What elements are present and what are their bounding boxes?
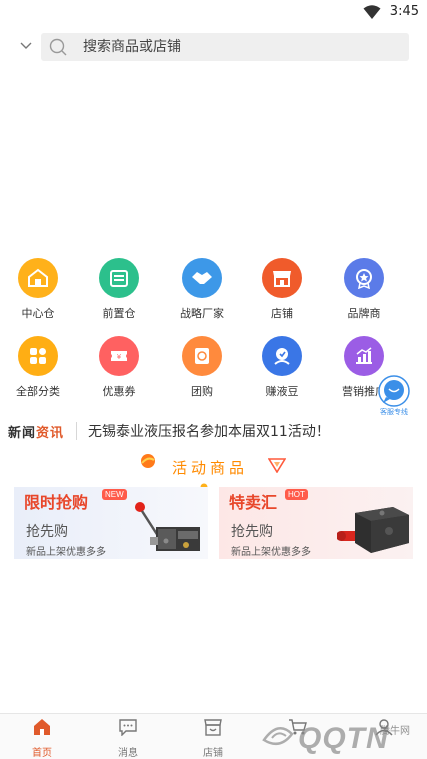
grid-label: 店铺	[271, 307, 293, 320]
marketing-icon	[344, 336, 384, 376]
tab-home[interactable]: 首页	[12, 718, 72, 759]
hot-badge: HOT	[285, 489, 308, 500]
grid-label: 前置仓	[102, 307, 136, 320]
warehouse-icon	[18, 258, 58, 298]
home-icon	[34, 719, 50, 735]
card-subtitle: 抢先购	[231, 524, 273, 540]
message-icon	[119, 719, 137, 737]
ball-icon	[141, 454, 155, 468]
coupon-icon: ¥	[99, 336, 139, 376]
activity-header: 活动商品	[0, 450, 427, 491]
svg-text:¥: ¥	[117, 353, 122, 361]
card-title: 限时抢购	[24, 493, 89, 512]
chevron-down-icon[interactable]	[18, 38, 34, 54]
watermark-text: QQTN	[298, 722, 389, 755]
medal-icon	[344, 258, 384, 298]
news-headline[interactable]: 无锡泰业液压报名参加本届双11活动！	[88, 421, 330, 441]
storage-icon	[99, 258, 139, 298]
tab-label: 首页	[32, 748, 52, 759]
wifi-icon	[363, 5, 381, 19]
bean-icon	[262, 336, 302, 376]
grid-item-front-warehouse[interactable]: 前置仓	[79, 258, 159, 321]
grid-item-all-categories[interactable]: 全部分类	[0, 336, 78, 399]
search-row	[0, 30, 427, 62]
grid-label: 品牌商	[347, 307, 381, 320]
card-description: 新品上架优惠多多	[26, 547, 106, 558]
triangle-icon	[268, 458, 286, 473]
flash-sale-card[interactable]: 限时抢购 NEW 抢先购 新品上架优惠多多	[14, 487, 208, 559]
customer-service-label: 客服专线	[380, 408, 408, 416]
grid-item-coupon[interactable]: ¥ 优惠券	[79, 336, 159, 399]
tab-label: 消息	[118, 748, 138, 759]
card-title: 特卖汇	[229, 493, 278, 512]
search-box[interactable]	[41, 33, 409, 61]
grid-label: 团购	[191, 385, 213, 398]
grid-label: 赚液豆	[265, 385, 299, 398]
customer-service-button[interactable]: 客服专线	[375, 375, 413, 419]
search-input[interactable]	[83, 33, 383, 61]
news-ticker[interactable]: 新闻资讯 无锡泰业液压报名参加本届双11活动！	[0, 418, 427, 444]
tab-messages[interactable]: 消息	[98, 718, 158, 759]
grid-item-brand[interactable]: 品牌商	[324, 258, 404, 321]
tab-label: 店铺	[203, 748, 223, 759]
chat-bubble-icon	[378, 375, 410, 407]
divider	[76, 422, 77, 440]
banner-area	[0, 68, 427, 248]
activity-title: 活动商品	[172, 459, 249, 477]
store-icon	[204, 719, 222, 736]
group-buy-icon	[182, 336, 222, 376]
shop-icon	[262, 258, 302, 298]
search-icon	[49, 38, 67, 56]
grid-label: 全部分类	[16, 385, 60, 398]
grid-item-strategic-manufacturers[interactable]: 战略厂家	[162, 258, 242, 321]
grid-item-group-buy[interactable]: 团购	[162, 336, 242, 399]
status-bar: 3:45	[0, 0, 427, 24]
news-tag: 新闻资讯	[8, 426, 65, 441]
grid-label: 战略厂家	[180, 307, 224, 320]
category-icon	[18, 336, 58, 376]
hydraulic-valve-image	[135, 502, 200, 551]
grid-item-central-warehouse[interactable]: 中心仓	[0, 258, 78, 321]
card-description: 新品上架优惠多多	[231, 547, 311, 558]
grid-label: 中心仓	[21, 307, 55, 320]
grid-label: 优惠券	[102, 385, 136, 398]
card-subtitle: 抢先购	[26, 524, 68, 540]
watermark-sub: 腾牛网	[380, 726, 410, 737]
hydraulic-block-image	[337, 507, 409, 553]
handshake-icon	[182, 258, 222, 298]
new-badge: NEW	[102, 489, 127, 500]
grid-item-earn-beans[interactable]: 赚液豆	[242, 336, 322, 399]
special-sale-card[interactable]: 特卖汇 HOT 抢先购 新品上架优惠多多	[219, 487, 413, 559]
status-time: 3:45	[389, 4, 419, 19]
grid-item-shop[interactable]: 店铺	[242, 258, 322, 321]
tab-store[interactable]: 店铺	[183, 718, 243, 759]
watermark: QQTN 腾牛网	[258, 716, 424, 758]
